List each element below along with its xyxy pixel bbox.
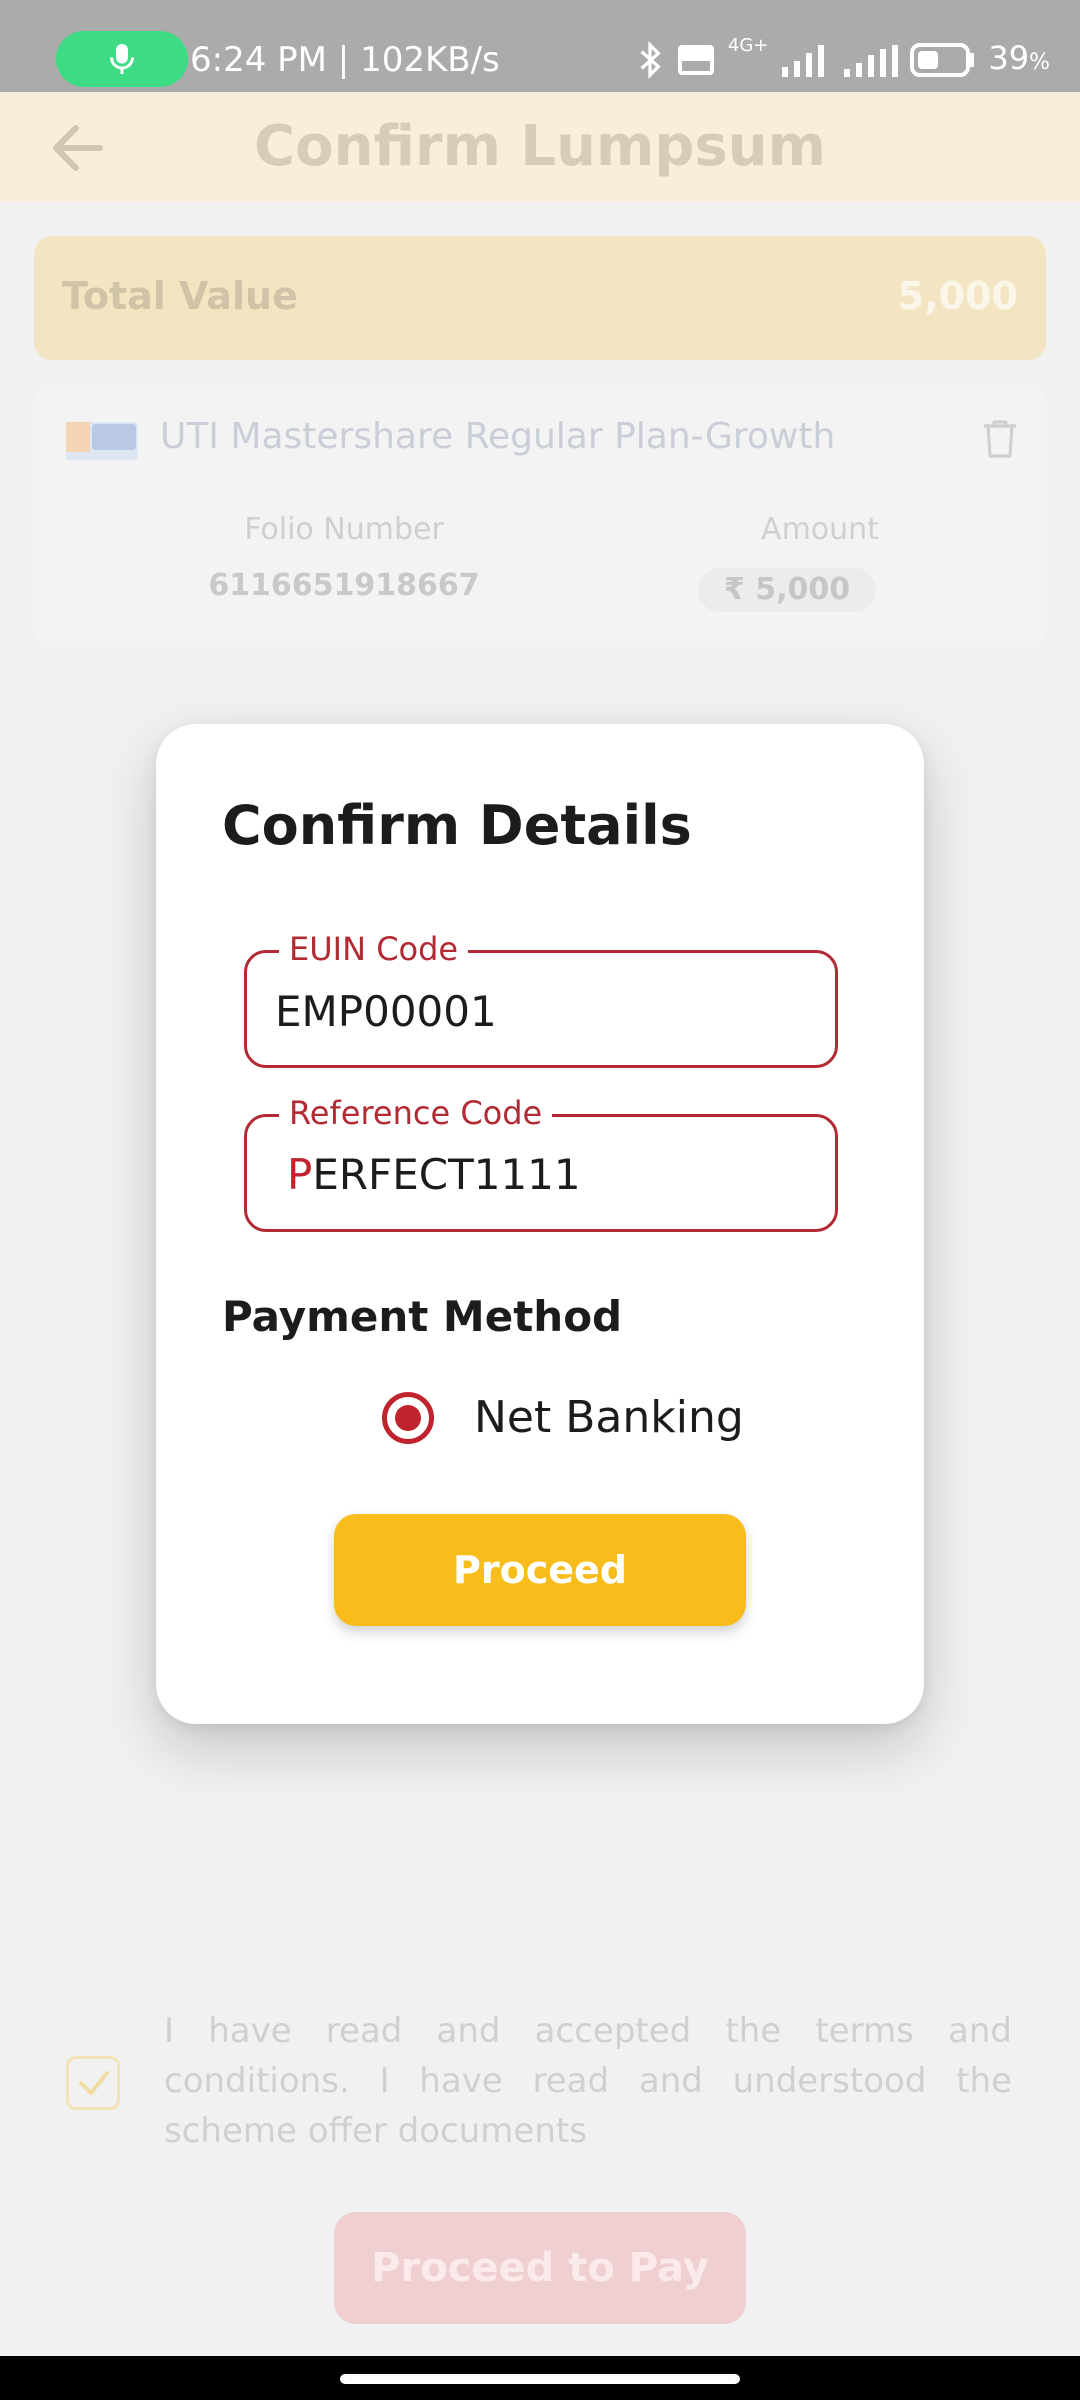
amount-chip[interactable]: ₹ 5,000 [698, 568, 876, 612]
network-type: 4G+ [727, 35, 769, 56]
reference-code-field[interactable]: Reference Code PERFECT1111 [244, 1091, 838, 1232]
folio-number-value: 6116651918667 [208, 568, 480, 603]
navigation-bar [0, 2356, 1080, 2400]
fund-card: UTI Mastershare Regular Plan-Growth Foli… [34, 386, 1046, 646]
microphone-icon [110, 44, 134, 74]
trash-icon[interactable] [982, 418, 1018, 460]
terms-text: I have read and accepted the terms and c… [164, 2011, 1012, 2151]
total-value-amount: 5,000 [897, 274, 1018, 318]
euin-code-input[interactable] [275, 983, 805, 1039]
reference-code-label: Reference Code [279, 1091, 553, 1135]
net-banking-label[interactable]: Net Banking [474, 1388, 744, 1448]
amount-label: Amount [761, 512, 879, 547]
dialog-title: Confirm Details [222, 794, 692, 857]
battery-level: 39% [988, 38, 1050, 77]
home-indicator[interactable] [340, 2374, 740, 2384]
status-time: 6:24 PM | 102KB/s [190, 40, 500, 80]
bluetooth-icon [640, 40, 661, 80]
status-bar: 6:24 PM | 102KB/s 4G+ 39% [0, 0, 1080, 92]
signal-icon [782, 45, 825, 77]
status-icons: 4G+ 39% [636, 36, 1050, 84]
folio-number-label: Folio Number [244, 512, 444, 547]
battery-icon [910, 43, 975, 77]
proceed-to-pay-button[interactable]: Proceed to Pay [334, 2212, 746, 2324]
mic-indicator[interactable] [56, 31, 188, 87]
fund-logo [66, 422, 138, 460]
app-bar: Confirm Lumpsum [0, 92, 1080, 202]
payment-method-heading: Payment Method [222, 1292, 623, 1341]
reference-code-input[interactable]: PERFECT1111 [287, 1147, 581, 1203]
page-title: Confirm Lumpsum [254, 114, 826, 179]
proceed-button[interactable]: Proceed [334, 1514, 746, 1626]
fund-name: UTI Mastershare Regular Plan-Growth [160, 416, 836, 457]
total-value-label: Total Value [62, 274, 298, 318]
net-banking-radio[interactable] [382, 1392, 434, 1444]
terms-checkbox[interactable] [66, 2056, 120, 2110]
euin-code-field[interactable]: EUIN Code [244, 927, 838, 1068]
confirm-details-dialog: Confirm Details EUIN Code Reference Code… [156, 724, 924, 1724]
total-value-card: Total Value 5,000 [34, 236, 1046, 360]
amount-value: ₹ 5,000 [723, 572, 851, 607]
volte-icon [677, 45, 714, 75]
radio-selected-indicator [395, 1405, 421, 1431]
euin-code-label: EUIN Code [279, 927, 469, 971]
signal-icon-2 [844, 45, 899, 77]
checkmark-icon [79, 2071, 109, 2095]
